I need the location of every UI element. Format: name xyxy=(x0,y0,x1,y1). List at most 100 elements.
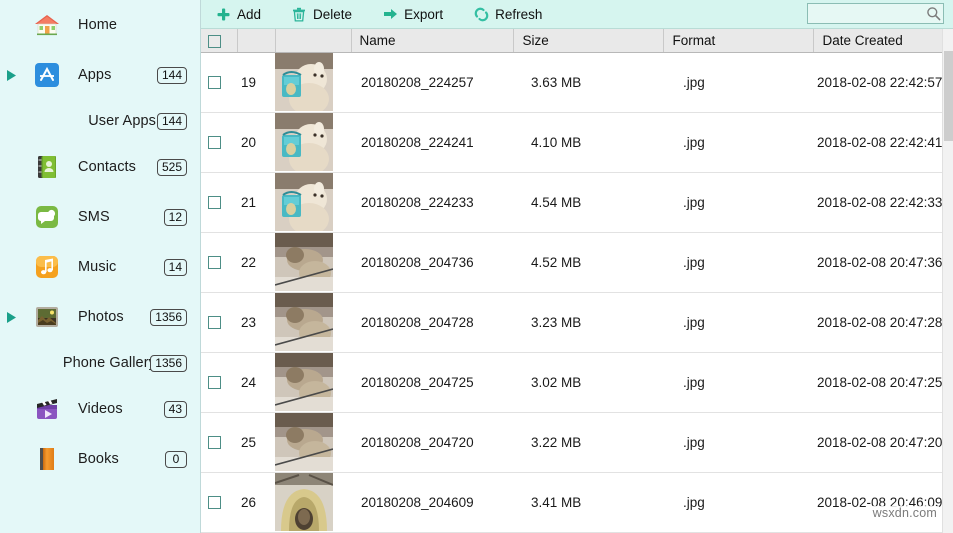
row-name: 20180208_204720 xyxy=(351,412,513,473)
dog-in-tunnel-photo xyxy=(275,473,333,531)
chevron-right-icon[interactable] xyxy=(5,68,17,82)
refresh-button[interactable]: Refresh xyxy=(465,1,552,28)
row-index: 26 xyxy=(237,472,275,533)
row-select-cell[interactable] xyxy=(201,112,237,173)
watermark: wsxdn.com xyxy=(870,506,939,520)
row-thumbnail-cell[interactable] xyxy=(275,412,351,473)
row-thumbnail-cell[interactable] xyxy=(275,352,351,413)
row-format: .jpg xyxy=(663,52,813,113)
sidebar-item-phone-gallery[interactable]: Phone Gallery 1356 xyxy=(0,342,200,384)
row-select-cell[interactable] xyxy=(201,172,237,233)
sidebar-item-videos[interactable]: Videos 43 xyxy=(0,384,200,434)
row-checkbox[interactable] xyxy=(208,196,221,210)
size-header[interactable]: Size xyxy=(513,29,664,53)
row-format: .jpg xyxy=(663,472,813,533)
row-checkbox[interactable] xyxy=(208,76,221,90)
table-row[interactable]: 25 20180208_204720 3.22 MB .jpg 2018-02-08 2… xyxy=(201,412,953,473)
house-icon xyxy=(33,11,61,39)
row-select-cell[interactable] xyxy=(201,412,237,473)
vertical-scroll-thumb[interactable] xyxy=(944,51,953,141)
row-checkbox[interactable] xyxy=(208,376,221,390)
row-thumbnail-cell[interactable] xyxy=(275,232,351,293)
row-thumbnail-cell[interactable] xyxy=(275,112,351,173)
row-index: 25 xyxy=(237,412,275,473)
row-checkbox[interactable] xyxy=(208,256,221,270)
search-input[interactable] xyxy=(808,5,926,22)
row-checkbox[interactable] xyxy=(208,496,221,510)
row-date-created: 2018-02-08 20:47:20 xyxy=(813,412,953,473)
table-header-row: Name Size Format Date Created xyxy=(201,29,953,53)
search-box[interactable] xyxy=(807,3,944,24)
row-thumbnail-cell[interactable] xyxy=(275,292,351,353)
row-name: 20180208_204609 xyxy=(351,472,513,533)
name-header[interactable]: Name xyxy=(351,29,514,53)
sidebar-item-label: Home xyxy=(78,17,118,33)
format-header[interactable]: Format xyxy=(663,29,814,53)
sidebar-item-label: Videos xyxy=(78,401,123,417)
date-created-header[interactable]: Date Created xyxy=(813,29,953,53)
delete-button[interactable]: Delete xyxy=(283,1,362,28)
row-checkbox[interactable] xyxy=(208,316,221,330)
sidebar-item-music[interactable]: Music 14 xyxy=(0,242,200,292)
row-checkbox[interactable] xyxy=(208,136,221,150)
table-header: Name Size Format Date Created xyxy=(201,29,953,53)
select-all-checkbox[interactable] xyxy=(208,34,221,48)
sidebar-item-photos[interactable]: Photos 1356 xyxy=(0,292,200,342)
plus-icon xyxy=(215,6,231,22)
row-select-cell[interactable] xyxy=(201,352,237,413)
dog-with-bag-photo xyxy=(275,113,333,171)
row-thumbnail-cell[interactable] xyxy=(275,52,351,113)
toolbar: Add Delete Export Refresh xyxy=(201,0,953,29)
thumbnail-header xyxy=(275,29,352,53)
vertical-scrollbar[interactable] xyxy=(942,29,953,533)
row-size: 4.52 MB xyxy=(513,232,663,293)
row-format: .jpg xyxy=(663,172,813,233)
row-date-created: 2018-02-08 22:42:33 xyxy=(813,172,953,233)
row-select-cell[interactable] xyxy=(201,472,237,533)
sidebar-item-books[interactable]: Books 0 xyxy=(0,434,200,484)
row-select-cell[interactable] xyxy=(201,292,237,353)
sidebar-badge: 14 xyxy=(163,258,187,276)
row-thumbnail-cell[interactable] xyxy=(275,472,351,533)
row-thumbnail-cell[interactable] xyxy=(275,172,351,233)
export-button[interactable]: Export xyxy=(374,1,453,28)
row-index: 23 xyxy=(237,292,275,353)
sidebar-item-home[interactable]: Home xyxy=(0,0,200,50)
row-name: 20180208_224257 xyxy=(351,52,513,113)
sidebar-item-user-apps[interactable]: User Apps 144 xyxy=(0,100,200,142)
add-button[interactable]: Add xyxy=(207,1,271,28)
table-row[interactable]: 24 20180208_204725 3.02 MB .jpg 2018-02-08 2… xyxy=(201,352,953,413)
row-format: .jpg xyxy=(663,412,813,473)
row-index: 20 xyxy=(237,112,275,173)
table-row[interactable]: 26 20180208_204609 3.41 MB .jpg 2018-02-08 2… xyxy=(201,472,953,533)
sidebar-item-sms[interactable]: SMS 12 xyxy=(0,192,200,242)
row-size: 4.10 MB xyxy=(513,112,663,173)
table-row[interactable]: 21 20180208_224233 4.54 MB .jpg 2018-02-08 2… xyxy=(201,172,953,233)
sidebar-item-apps[interactable]: Apps 144 xyxy=(0,50,200,100)
row-select-cell[interactable] xyxy=(201,232,237,293)
app-window: Home Apps 144 User Apps 144 Contacts 525… xyxy=(0,0,953,533)
dog-with-bag-photo xyxy=(275,173,333,231)
trash-icon xyxy=(291,6,307,22)
row-select-cell[interactable] xyxy=(201,52,237,113)
search-icon[interactable] xyxy=(926,5,941,23)
row-size: 3.23 MB xyxy=(513,292,663,353)
address-book-icon xyxy=(33,153,61,181)
row-checkbox[interactable] xyxy=(208,436,221,450)
table-row[interactable]: 22 20180208_204736 4.52 MB .jpg 2018-02-08 2… xyxy=(201,232,953,293)
table-row[interactable]: 23 20180208_204728 3.23 MB .jpg 2018-02-08 2… xyxy=(201,292,953,353)
sidebar-badge: 0 xyxy=(165,450,187,468)
sidebar-item-label: User Apps xyxy=(88,113,156,129)
sidebar-item-contacts[interactable]: Contacts 525 xyxy=(0,142,200,192)
chevron-right-icon[interactable] xyxy=(5,310,17,324)
sidebar-badge: 1356 xyxy=(150,354,187,372)
table-row[interactable]: 20 20180208_224241 4.10 MB .jpg 2018-02-08 2… xyxy=(201,112,953,173)
dog-with-bag-photo xyxy=(275,53,333,111)
refresh-label: Refresh xyxy=(495,6,543,22)
speech-bubble-icon xyxy=(33,203,61,231)
select-all-header[interactable] xyxy=(201,29,238,53)
row-date-created: 2018-02-08 20:47:28 xyxy=(813,292,953,353)
sidebar: Home Apps 144 User Apps 144 Contacts 525… xyxy=(0,0,201,533)
sidebar-badge: 144 xyxy=(156,66,187,84)
table-row[interactable]: 19 20180208_224257 3.63 MB .jpg 2018-02-08 2… xyxy=(201,52,953,113)
